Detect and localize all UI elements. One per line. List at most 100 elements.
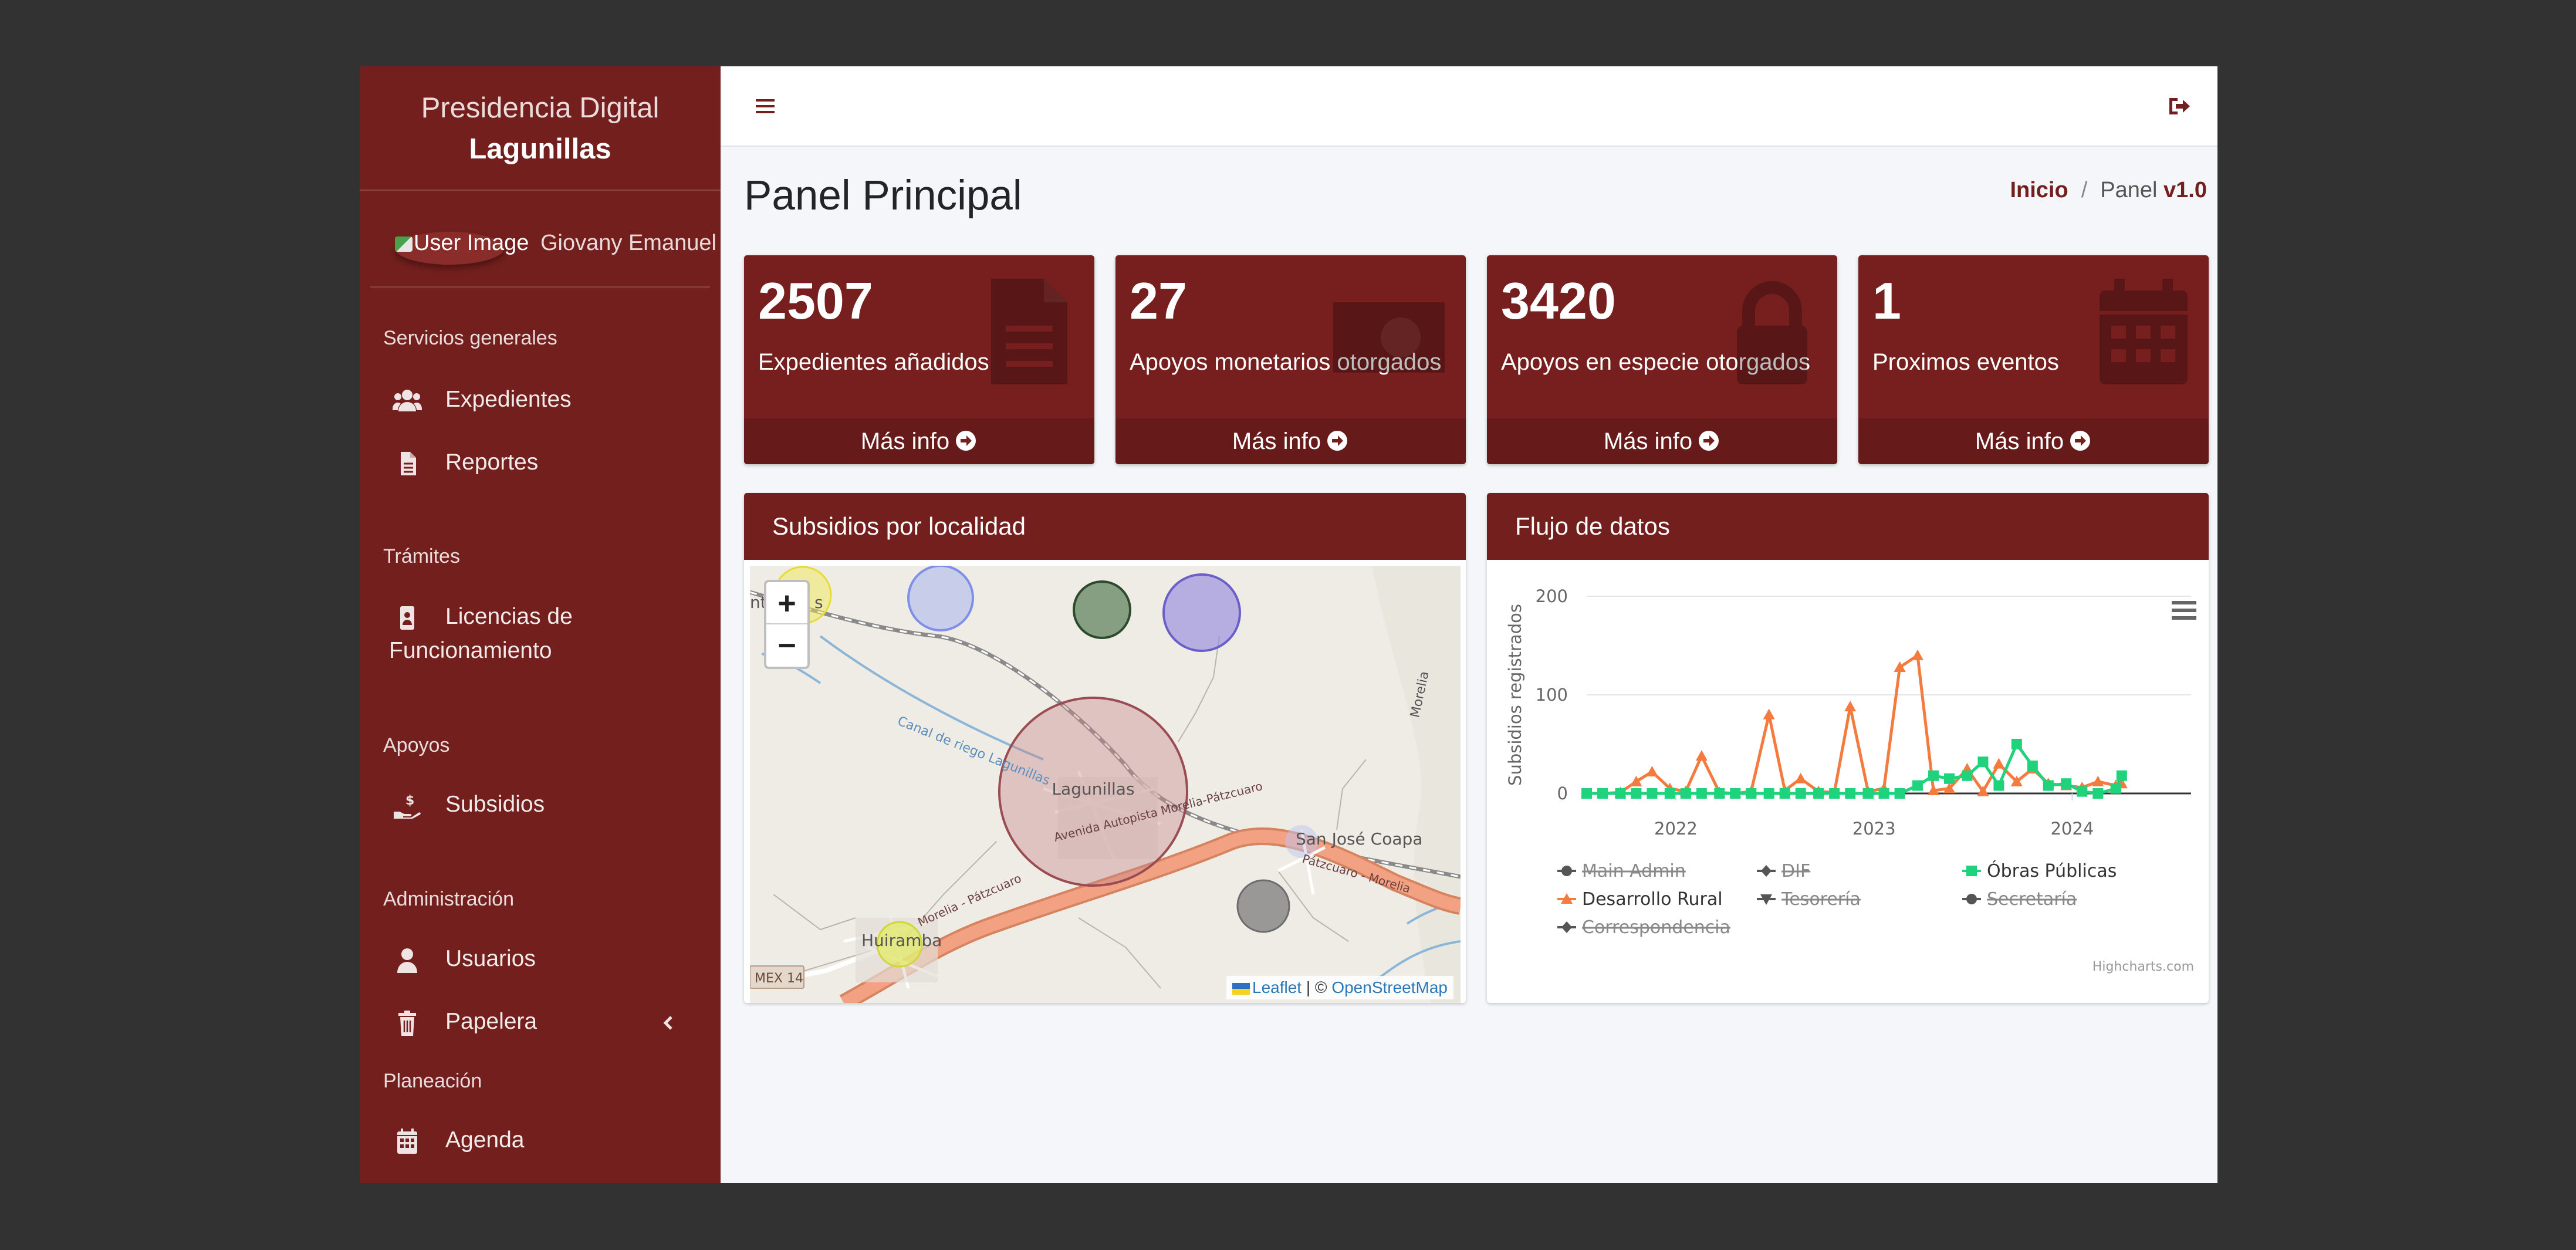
data-point[interactable] [1696, 788, 1707, 799]
sidebar-item-reportes[interactable]: Reportes [383, 446, 700, 481]
sidebar-item-papelera[interactable]: Papelera [383, 1005, 700, 1040]
sidebar-item-licencias[interactable]: Licencias de Funcionamiento [383, 600, 700, 671]
data-point[interactable] [1631, 788, 1642, 799]
id-badge-icon [400, 606, 414, 630]
zoom-in-button[interactable]: + [766, 582, 807, 624]
data-point[interactable] [2011, 739, 2022, 749]
card-title: Flujo de datos [1487, 493, 2209, 560]
zoom-out-button[interactable]: − [766, 624, 807, 667]
legend-item[interactable]: Desarrollo Rural [1557, 889, 1723, 910]
breadcrumb-home-link[interactable]: Inicio [2010, 178, 2068, 202]
data-point[interactable] [1962, 770, 1973, 781]
data-point[interactable] [1647, 788, 1658, 799]
data-point[interactable] [1878, 788, 1889, 799]
data-point[interactable] [1615, 788, 1626, 799]
legend-item[interactable]: Main Admin [1557, 861, 1686, 881]
sidebar-item-label: Papelera [445, 1009, 537, 1034]
data-point[interactable] [1597, 788, 1608, 799]
data-point[interactable] [2043, 780, 2054, 791]
page-title: Panel Principal [744, 173, 1022, 219]
series-line [1587, 653, 2122, 795]
data-point[interactable] [1680, 788, 1691, 799]
data-point[interactable] [2077, 786, 2088, 797]
stat-box-expedientes: 2507 Expedientes añadidos Más info [744, 255, 1094, 464]
data-point[interactable] [1944, 773, 1955, 784]
leaflet-link[interactable]: Leaflet [1252, 978, 1301, 996]
data-point[interactable] [1795, 788, 1806, 799]
sidebar-item-usuarios[interactable]: Usuarios [383, 942, 700, 978]
legend-item[interactable]: Óbras Públicas [1962, 860, 2117, 881]
data-point[interactable] [1794, 772, 1807, 783]
more-info-link[interactable]: Más info [744, 418, 1094, 464]
leaflet-map[interactable]: Lagunillas San José Coapa Huiramba Canal… [750, 566, 1461, 1003]
file-icon [991, 279, 1067, 384]
data-point[interactable] [1993, 758, 2005, 769]
data-point[interactable] [1646, 766, 1658, 777]
data-point[interactable] [1763, 708, 1775, 719]
data-point[interactable] [1779, 788, 1790, 799]
ukraine-flag-icon [1232, 982, 1250, 995]
data-point[interactable] [1829, 788, 1840, 799]
nav-header-tramites: Trámites [383, 545, 460, 567]
sidebar-item-label: Agenda [445, 1127, 525, 1153]
version-label: v1.0 [2163, 178, 2207, 202]
lock-icon [1737, 281, 1807, 384]
stat-caption: Expedientes añadidos [758, 349, 989, 375]
data-point[interactable] [2092, 788, 2104, 799]
data-point[interactable] [1977, 756, 1989, 768]
more-info-link[interactable]: Más info [1487, 418, 1837, 464]
svg-text:$: $ [405, 793, 414, 808]
more-info-link[interactable]: Más info [1858, 418, 2209, 464]
data-point[interactable] [1714, 788, 1725, 799]
data-point[interactable] [1581, 788, 1592, 799]
data-point[interactable] [1894, 788, 1905, 799]
user-name[interactable]: Giovany Emanuel [540, 231, 716, 256]
sidebar-item-expedientes[interactable]: Expedientes [383, 383, 700, 418]
map-label-mex14: MEX 14 [755, 971, 803, 986]
arrow-circle-right-icon [1699, 431, 1719, 451]
breadcrumb: Inicio / Panel v1.0 [2010, 178, 2207, 203]
data-point[interactable] [1911, 649, 1923, 660]
sidebar-item-agenda[interactable]: Agenda [383, 1124, 700, 1159]
nav-header-apoyos: Apoyos [383, 734, 450, 756]
arrow-circle-right-icon [2070, 431, 2091, 451]
legend-item[interactable]: Secretaría [1962, 889, 2077, 910]
nav-header-administracion: Administración [383, 888, 514, 910]
data-point[interactable] [1746, 788, 1757, 799]
brand-subtitle: Lagunillas [469, 133, 611, 165]
data-point[interactable] [2110, 783, 2121, 794]
data-point[interactable] [1993, 780, 2004, 791]
osm-link[interactable]: OpenStreetMap [1331, 978, 1448, 996]
chart-menu-icon[interactable] [2172, 601, 2196, 620]
sidebar-item-subsidios[interactable]: $ Subsidios [383, 788, 700, 823]
legend-item[interactable]: Correspondencia [1557, 917, 1730, 938]
data-point[interactable] [2116, 770, 2127, 781]
data-point[interactable] [1912, 780, 1923, 791]
data-point[interactable] [1664, 788, 1675, 799]
data-point[interactable] [1695, 750, 1708, 761]
sign-out-icon[interactable] [2167, 94, 2192, 118]
more-info-link[interactable]: Más info [1115, 418, 1466, 464]
data-point[interactable] [1844, 701, 1857, 712]
data-point[interactable] [1763, 788, 1774, 799]
breadcrumb-current: Panel [2100, 178, 2158, 202]
data-point[interactable] [1730, 788, 1741, 799]
chevron-left-icon[interactable] [659, 1011, 677, 1035]
line-chart: 0 100 200 2022 2023 2024 Main Admin DIF Óbras … [1505, 586, 2196, 974]
brand[interactable]: Presidencia Digital Lagunillas [360, 66, 721, 191]
data-point[interactable] [1928, 770, 1939, 781]
data-point[interactable] [2061, 778, 2072, 789]
hamburger-icon[interactable] [755, 96, 776, 117]
legend-item[interactable]: Tesorería [1757, 889, 1861, 910]
sidebar-item-label: Expedientes [445, 387, 572, 412]
data-point[interactable] [1813, 788, 1824, 799]
legend-item[interactable]: DIF [1757, 861, 1810, 881]
data-point[interactable] [1862, 788, 1874, 799]
breadcrumb-separator: / [2081, 178, 2088, 202]
map-label-huiramba: Huiramba [861, 931, 942, 950]
sidebar-item-label: Subsidios [445, 792, 545, 817]
chart-grid [1587, 596, 2191, 795]
data-point[interactable] [1845, 788, 1856, 799]
data-point[interactable] [1630, 775, 1642, 786]
data-point[interactable] [2027, 760, 2038, 771]
